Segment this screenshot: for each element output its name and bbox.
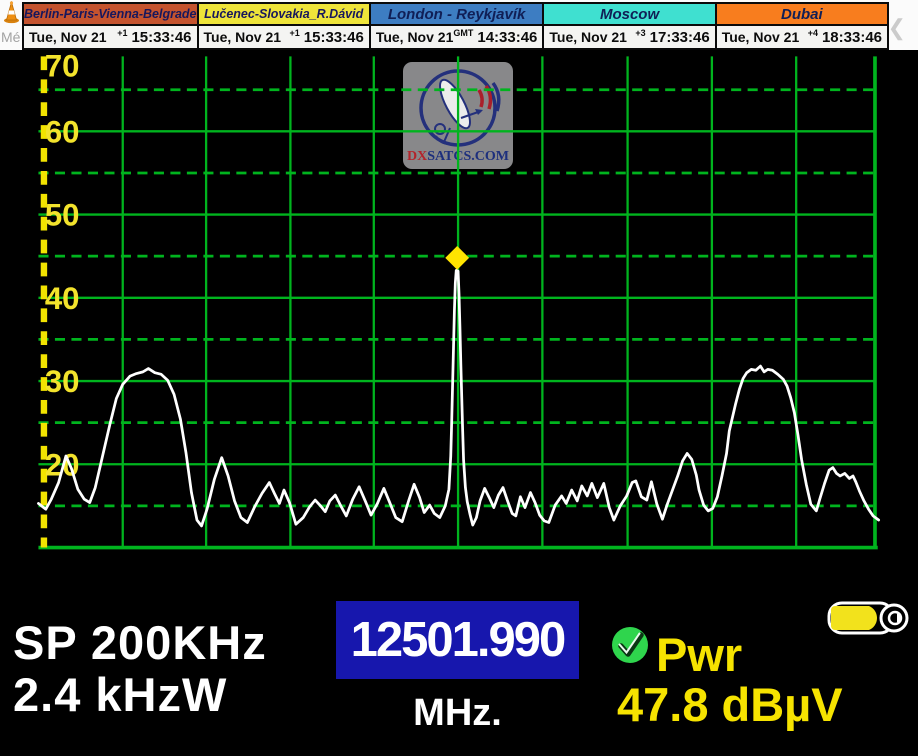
- clock-utc-offset: GMT: [453, 26, 473, 38]
- bandwidth-setting-label: 2.4 kHzW: [13, 667, 227, 722]
- readout-bar: SP 200KHz 2.4 kHzW 12501.990 MHz. Pwr 47…: [0, 597, 918, 756]
- frequency-display-box[interactable]: 12501.990: [336, 601, 579, 679]
- peak-marker-diamond[interactable]: [445, 246, 469, 270]
- clock-city-label: London - Reykjavík: [371, 4, 543, 26]
- clock-time-row: Tue, Nov 21 +4 18:33:46: [717, 26, 887, 48]
- y-axis-tick-label: 70: [45, 50, 80, 84]
- lock-check-icon: [610, 625, 650, 665]
- world-clocks-bar: Berlin-Paris-Vienna-Belgrade Tue, Nov 21…: [22, 2, 889, 50]
- clock-london[interactable]: London - Reykjavík Tue, Nov 21 GMT 14:33…: [369, 2, 543, 50]
- clock-date: Tue, Nov 21: [204, 29, 282, 45]
- spectrum-grid-and-trace: 706050403020: [0, 50, 918, 597]
- clock-time-row: Tue, Nov 21 +1 15:33:46: [199, 26, 369, 48]
- spectrum-plot-area: DXSATCS.COM 706050403020: [0, 50, 918, 597]
- clock-utc-offset: +1: [290, 26, 300, 38]
- vlc-cone-icon[interactable]: [3, 1, 20, 24]
- clock-city-label: Moscow: [544, 4, 714, 26]
- clock-utc-offset: +4: [808, 26, 818, 38]
- spectrum-analyzer-screen: Mé Berlin-Paris-Vienna-Belgrade Tue, Nov…: [0, 0, 918, 756]
- clock-city-label: Berlin-Paris-Vienna-Belgrade: [24, 4, 197, 26]
- top-bar: Mé Berlin-Paris-Vienna-Belgrade Tue, Nov…: [0, 0, 918, 50]
- span-setting-label: SP 200KHz: [13, 615, 267, 670]
- clock-date: Tue, Nov 21: [722, 29, 800, 45]
- frequency-unit-label: MHz.: [336, 692, 579, 735]
- clock-moscow[interactable]: Moscow Tue, Nov 21 +3 17:33:46: [542, 2, 714, 50]
- clock-berlin[interactable]: Berlin-Paris-Vienna-Belgrade Tue, Nov 21…: [22, 2, 197, 50]
- y-axis-tick-label: 60: [45, 114, 80, 149]
- clock-time: 15:33:46: [131, 29, 191, 46]
- media-menu-label[interactable]: Mé: [1, 29, 20, 45]
- clock-time: 18:33:46: [822, 29, 882, 46]
- clock-city-label: Dubai: [717, 4, 887, 26]
- clock-time: 15:33:46: [304, 29, 364, 46]
- clock-time: 14:33:46: [477, 29, 537, 46]
- clock-time-row: Tue, Nov 21 +3 17:33:46: [544, 26, 714, 48]
- y-axis-tick-label: 50: [45, 198, 80, 233]
- clock-utc-offset: +1: [117, 26, 127, 38]
- clock-time-row: Tue, Nov 21 +1 15:33:46: [24, 26, 197, 48]
- frequency-value: 12501.990: [351, 612, 565, 668]
- power-label: Pwr: [656, 627, 742, 682]
- power-value: 47.8 dBµV: [617, 677, 843, 732]
- y-axis-tick-label: 30: [45, 364, 80, 399]
- clock-time: 17:33:46: [650, 29, 710, 46]
- clock-date: Tue, Nov 21: [376, 29, 454, 45]
- y-axis-tick-label: 40: [45, 281, 80, 316]
- clock-date: Tue, Nov 21: [549, 29, 627, 45]
- clock-utc-offset: +3: [635, 26, 645, 38]
- chevron-left-icon[interactable]: ❮: [888, 17, 906, 39]
- clock-city-label: Lučenec-Slovakia_R.Dávid: [199, 4, 369, 26]
- clock-time-row: Tue, Nov 21 GMT 14:33:46: [371, 26, 543, 48]
- clock-date: Tue, Nov 21: [29, 29, 107, 45]
- battery-icon: [826, 599, 912, 637]
- clock-lucenec[interactable]: Lučenec-Slovakia_R.Dávid Tue, Nov 21 +1 …: [197, 2, 369, 50]
- clock-dubai[interactable]: Dubai Tue, Nov 21 +4 18:33:46: [715, 2, 889, 50]
